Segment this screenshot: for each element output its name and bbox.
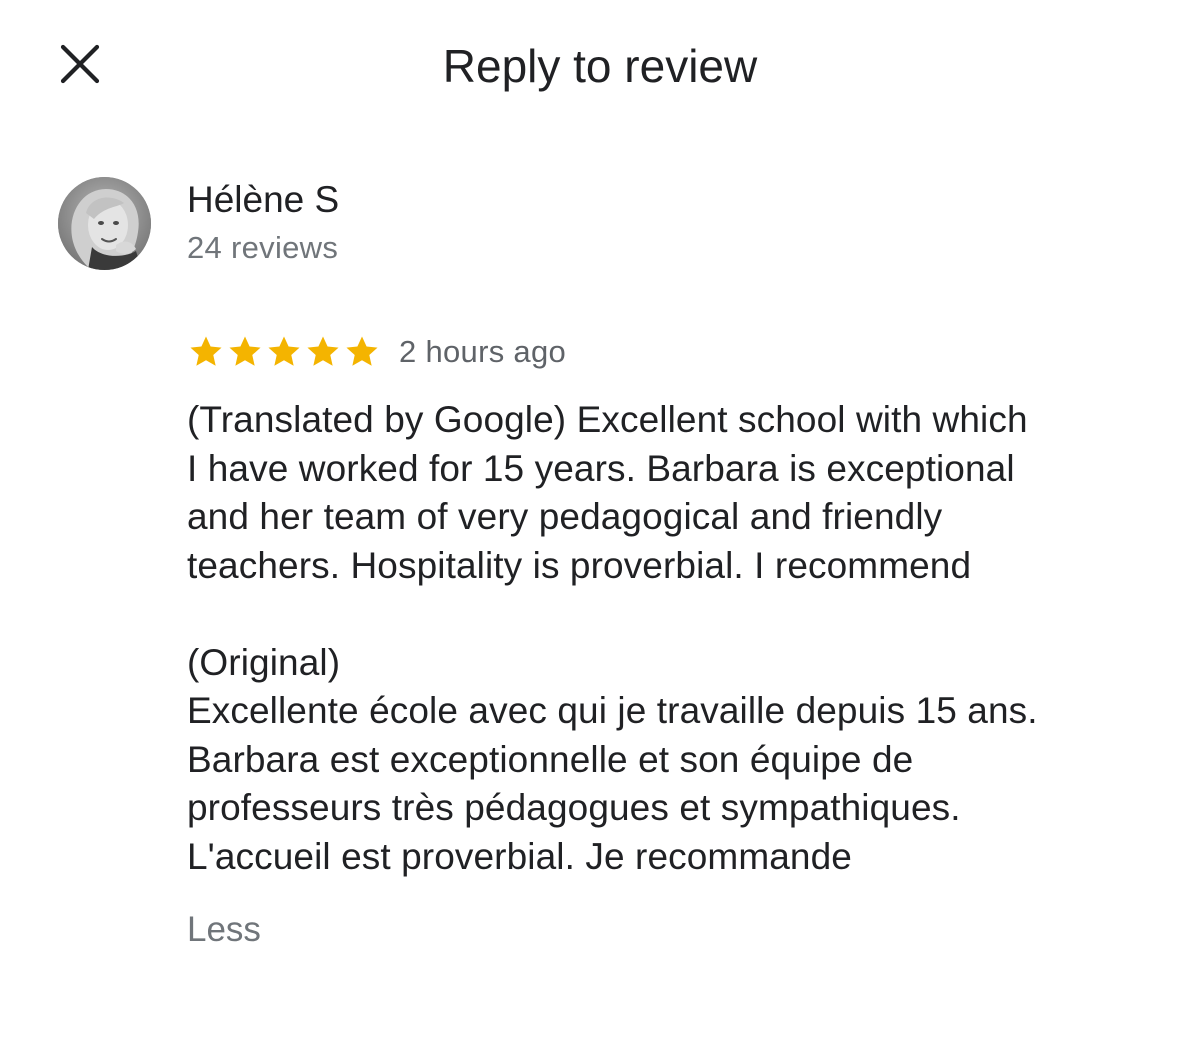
page-title: Reply to review [442,40,758,92]
star-icon [229,336,261,366]
star-icon [268,336,300,366]
reviewer-review-count: 24 reviews [187,230,339,265]
rating-row: 2 hours ago [187,330,566,374]
review-translated-text: (Translated by Google) Excellent school … [187,399,1028,586]
review-time: 2 hours ago [399,334,567,369]
star-icon [346,336,378,366]
less-button[interactable]: Less [187,906,261,954]
star-rating [187,333,381,371]
review-text: (Translated by Google) Excellent school … [187,396,1177,881]
avatar[interactable] [58,177,151,270]
reviewer-name: Hélène S [187,179,340,220]
reviewer-avatar-photo [58,177,151,270]
review-original-label: (Original) [187,641,341,683]
star-icon [190,336,222,366]
star-icon [307,336,339,366]
review-original-text: Excellente école avec qui je travaille d… [187,690,1038,877]
